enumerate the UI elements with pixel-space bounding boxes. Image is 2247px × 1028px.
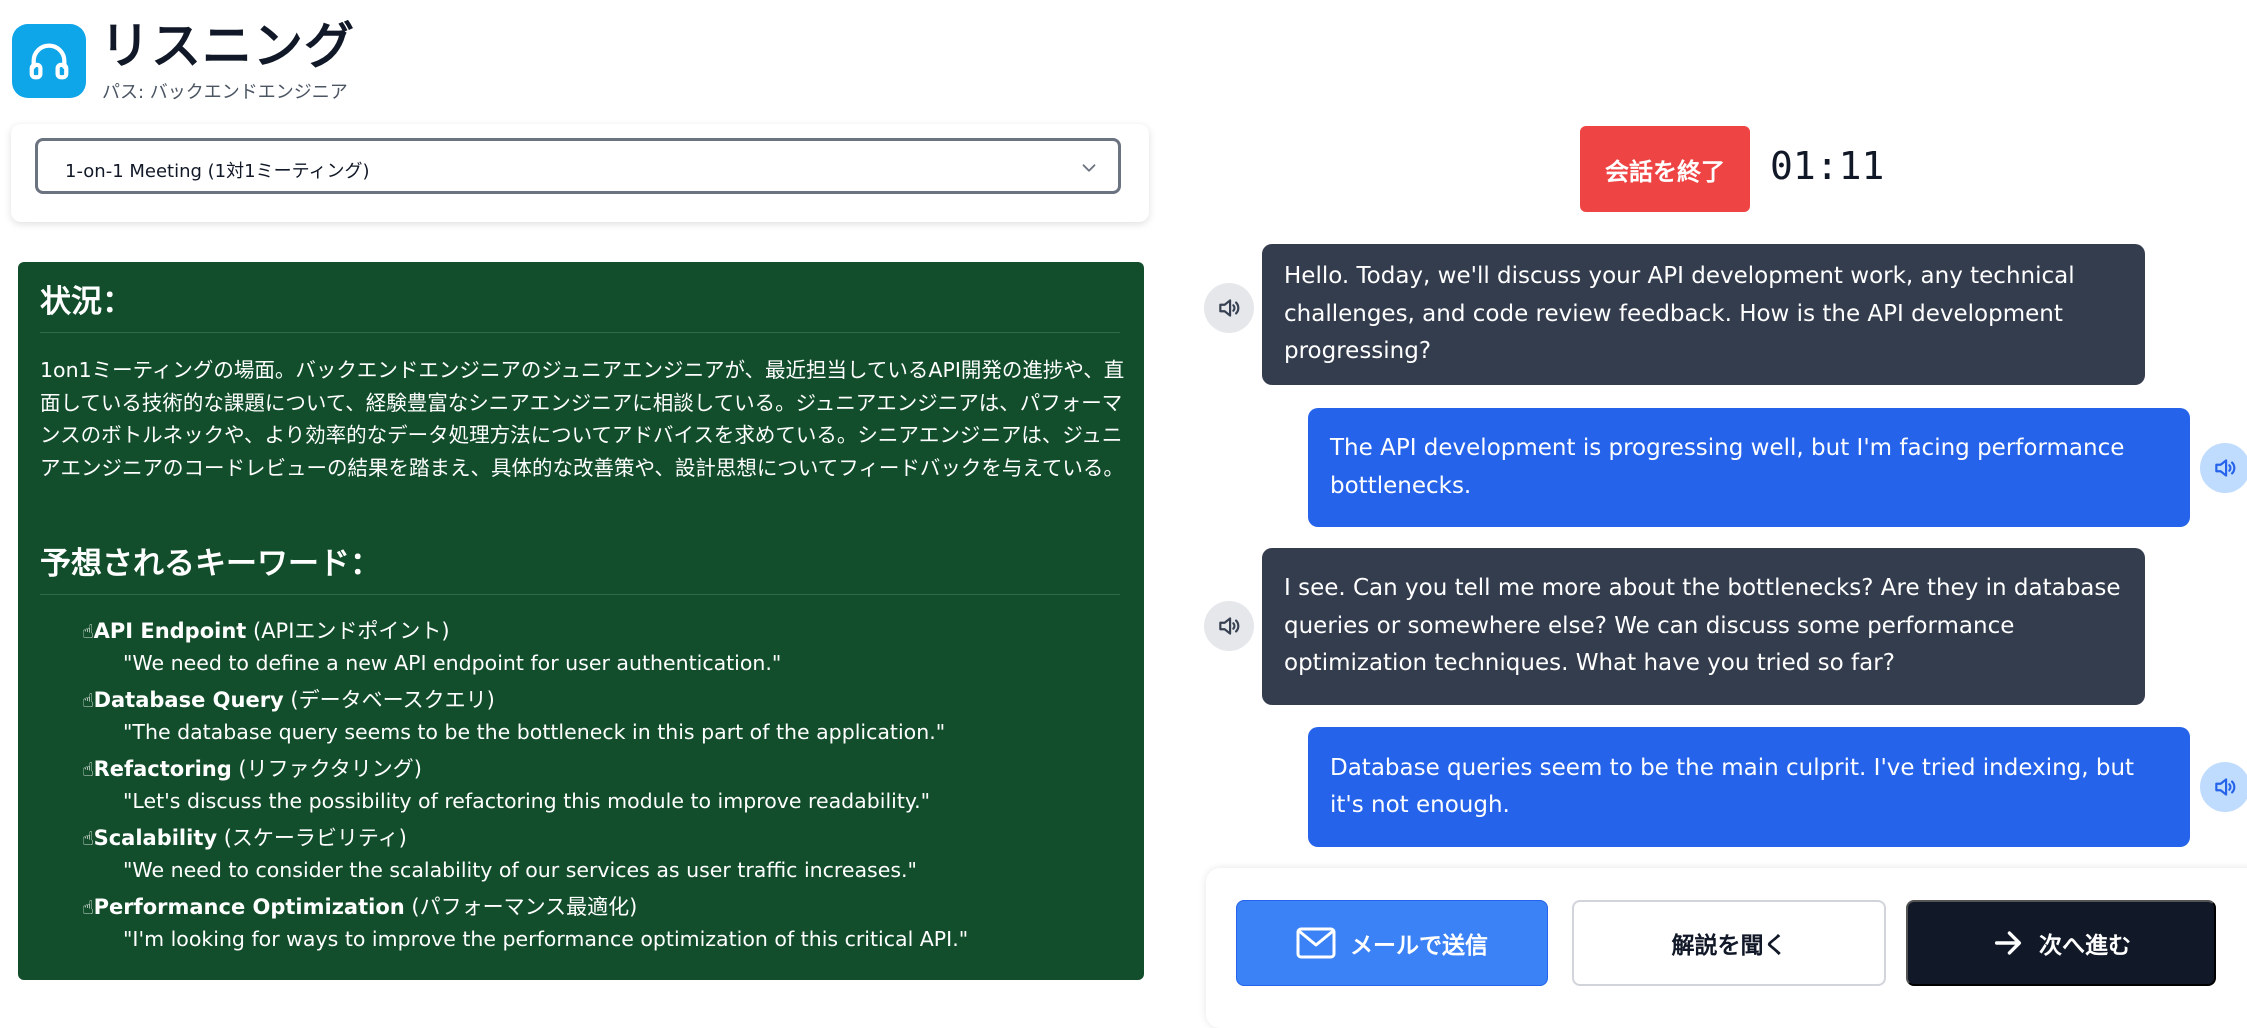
path-subtitle: パス: バックエンドエンジニア (102, 82, 348, 103)
keyword-term: Scalability (93, 826, 218, 850)
keyword-list: ☝API Endpoint (APIエンドポイント) "We need to d… (82, 616, 1122, 961)
speaker-icon[interactable] (1204, 283, 1254, 333)
keyword-example: "The database query seems to be the bott… (123, 720, 946, 744)
arrow-right-icon (1994, 931, 2022, 955)
pointing-hand-icon: ☝ (82, 690, 94, 712)
keyword-term: Performance Optimization (93, 895, 405, 919)
pointing-hand-icon: ☝ (82, 828, 94, 850)
message-text: I see. Can you tell me more about the bo… (1284, 575, 2121, 677)
speaker-icon[interactable] (2200, 762, 2247, 812)
message-text: Hello. Today, we'll discuss your API dev… (1284, 263, 2075, 365)
page-title: リスニング (100, 17, 355, 75)
divider (40, 332, 1120, 333)
user-message: Database queries seem to be the main cul… (1308, 727, 2190, 847)
mail-icon (1296, 927, 1336, 959)
next-button[interactable]: 次へ進む (1906, 900, 2216, 986)
keyword-example: "Let's discuss the possibility of refact… (123, 789, 931, 813)
keyword-example: "We need to define a new API endpoint fo… (123, 651, 782, 675)
send-email-label: メールで送信 (1350, 933, 1488, 959)
keyword-translation: (データベースクエリ) (283, 688, 495, 712)
keyword-item: ☝API Endpoint (APIエンドポイント) "We need to d… (82, 616, 1122, 685)
timer: 01:11 (1770, 144, 1885, 188)
keyword-item: ☝Scalability (スケーラビリティ) "We need to cons… (82, 823, 1122, 892)
speaker-icon[interactable] (2200, 443, 2247, 493)
situation-heading: 状況： (40, 284, 133, 320)
headphones-icon (12, 24, 86, 98)
keyword-term: Database Query (93, 688, 284, 712)
action-bar: メールで送信 解説を聞く 次へ進む (1206, 868, 2247, 1028)
keyword-translation: (APIエンドポイント) (246, 619, 450, 643)
scenario-select-value: 1-on-1 Meeting (1対1ミーティング) (65, 161, 370, 182)
listen-explanation-button[interactable]: 解説を聞く (1572, 900, 1886, 986)
speaker-icon[interactable] (1204, 601, 1254, 651)
pointing-hand-icon: ☝ (82, 759, 94, 781)
chat-log[interactable]: Hello. Today, we'll discuss your API dev… (1200, 244, 2247, 856)
pointing-hand-icon: ☝ (82, 621, 94, 643)
scenario-select[interactable]: 1-on-1 Meeting (1対1ミーティング) (35, 138, 1121, 194)
message-text: The API development is progressing well,… (1330, 435, 2125, 499)
keyword-translation: (パフォーマンス最適化) (404, 895, 638, 919)
situation-panel: 状況： 1on1ミーティングの場面。バックエンドエンジニアのジュニアエンジニアが… (18, 262, 1144, 980)
ai-message: Hello. Today, we'll discuss your API dev… (1262, 244, 2145, 385)
next-label: 次へ進む (2039, 933, 2131, 959)
pointing-hand-icon: ☝ (82, 897, 94, 919)
situation-text: 1on1ミーティングの場面。バックエンドエンジニアのジュニアエンジニアが、最近担… (40, 358, 1125, 480)
keyword-example: "We need to consider the scalability of … (123, 858, 917, 882)
ai-message: I see. Can you tell me more about the bo… (1262, 548, 2145, 705)
send-email-button[interactable]: メールで送信 (1236, 900, 1548, 986)
keyword-term: Refactoring (93, 757, 232, 781)
keyword-translation: (スケーラビリティ) (217, 826, 407, 850)
keyword-item: ☝Performance Optimization (パフォーマンス最適化) "… (82, 892, 1122, 961)
end-conversation-button[interactable]: 会話を終了 (1580, 126, 1750, 212)
keyword-item: ☝Database Query (データベースクエリ) "The databas… (82, 685, 1122, 754)
user-message: The API development is progressing well,… (1308, 408, 2190, 527)
message-text: Database queries seem to be the main cul… (1330, 754, 2135, 819)
divider (40, 594, 1120, 595)
chevron-down-icon (1082, 164, 1096, 172)
keyword-translation: (リファクタリング) (231, 757, 422, 781)
listen-explanation-label: 解説を聞く (1671, 933, 1787, 959)
keyword-example: "I'm looking for ways to improve the per… (123, 927, 969, 951)
keyword-term: API Endpoint (93, 619, 247, 643)
keyword-item: ☝Refactoring (リファクタリング) "Let's discuss t… (82, 754, 1122, 823)
keywords-heading: 予想されるキーワード： (40, 546, 381, 582)
scenario-select-card: 1-on-1 Meeting (1対1ミーティング) (11, 124, 1149, 222)
